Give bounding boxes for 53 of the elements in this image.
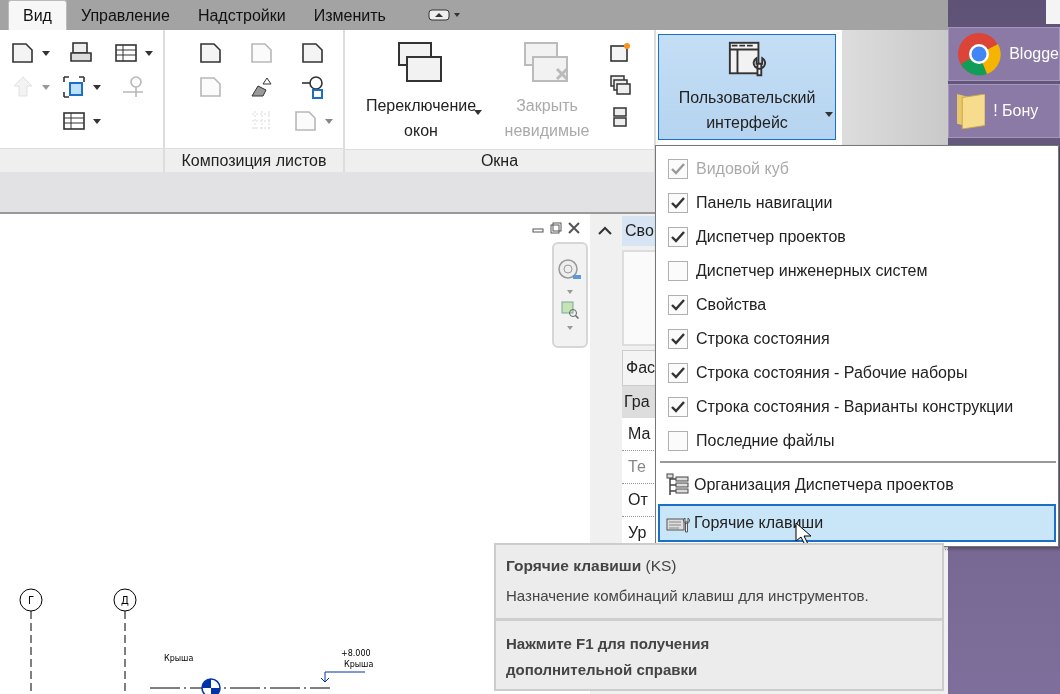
menu-item[interactable]: Свойства xyxy=(658,288,1058,322)
tree-icon xyxy=(666,473,690,497)
restore-icon[interactable] xyxy=(550,222,562,234)
window-icon[interactable] xyxy=(609,42,631,64)
ribbon-button[interactable]: Переключение окон xyxy=(357,38,485,148)
caret-icon xyxy=(474,110,482,115)
cascade-windows-icon[interactable] xyxy=(609,74,631,96)
menu-item[interactable]: Строка состояния - Рабочие наборы xyxy=(658,356,1058,390)
sheet-icon[interactable] xyxy=(197,40,224,66)
tooltip-description: Назначение комбинаций клавиш для инструментов. xyxy=(505,586,870,606)
checkbox[interactable] xyxy=(668,295,688,315)
checkbox[interactable] xyxy=(668,261,688,281)
menu-item[interactable]: Диспетчер инженерных систем xyxy=(658,254,1058,288)
menu-item[interactable]: Горячие клавиши xyxy=(658,504,1056,542)
round-browser-icon xyxy=(957,32,1002,76)
checkbox[interactable] xyxy=(668,193,688,213)
close-icon[interactable] xyxy=(568,222,580,234)
level-label: Крыша xyxy=(164,654,194,663)
grid-bubble: Д xyxy=(113,588,137,612)
panel-title: Композиция листов xyxy=(165,148,343,172)
menu-item[interactable]: Строка состояния xyxy=(658,322,1058,356)
checkbox[interactable] xyxy=(668,329,688,349)
checkbox[interactable] xyxy=(668,227,688,247)
desktop-shortcut[interactable]: Blogge xyxy=(948,27,1060,81)
zoom-icon[interactable] xyxy=(560,300,580,320)
caret-icon xyxy=(825,112,833,117)
user-interface-button[interactable]: Пользовательский интерфейс xyxy=(658,34,836,140)
shortcut-code: (KS) xyxy=(645,557,677,574)
ribbon-tab[interactable]: Надстройки xyxy=(183,1,300,30)
caret-icon[interactable] xyxy=(93,84,102,90)
ribbon-tab[interactable]: Изменить xyxy=(299,1,400,30)
checkbox[interactable] xyxy=(668,363,688,383)
caret-icon[interactable] xyxy=(93,118,102,124)
sheet-icon[interactable] xyxy=(9,40,36,66)
caret-icon[interactable] xyxy=(41,50,50,56)
folder-icon xyxy=(957,93,986,129)
level-label: Крыша xyxy=(344,660,374,669)
chevron-up-icon[interactable] xyxy=(598,226,612,236)
caret-icon[interactable] xyxy=(145,50,154,56)
help-hint: Нажмите F1 для получения дополнительной справки xyxy=(505,634,711,680)
ribbon-tab[interactable]: Вид xyxy=(8,0,67,30)
minimize-ribbon-button[interactable] xyxy=(427,8,462,22)
level-head xyxy=(320,671,366,683)
tooltip-title: Горячие клавиши xyxy=(506,557,642,574)
panel-title: Окна xyxy=(345,148,654,172)
desktop-shortcut[interactable]: ! Бону xyxy=(948,84,1060,138)
window-wrench-icon xyxy=(727,39,767,79)
checkbox[interactable] xyxy=(668,397,688,417)
ribbon-tab[interactable]: Управление xyxy=(66,1,184,30)
grid-bubble: Г xyxy=(19,588,43,612)
windows-tile xyxy=(1046,0,1060,24)
level-elevation: +8.000 xyxy=(341,649,371,658)
checkbox[interactable] xyxy=(668,431,688,451)
